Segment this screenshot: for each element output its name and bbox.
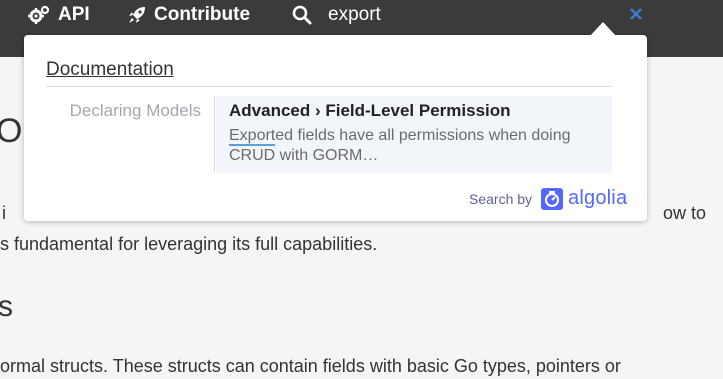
search-results-dropdown: Documentation Declaring Models Advanced …	[24, 22, 647, 221]
search-by-algolia[interactable]: Search by algolia	[469, 187, 627, 210]
nav-api-link[interactable]: API	[28, 2, 90, 28]
nav-contribute-label: Contribute	[154, 4, 251, 25]
gears-icon	[28, 5, 50, 24]
result-snippet-text-line2: CRUD with GORM…	[229, 147, 379, 164]
algolia-stopwatch-icon	[541, 187, 564, 210]
search-by-label: Search by	[469, 190, 533, 207]
result-snippet: Exported fields have all permissions whe…	[229, 126, 612, 166]
result-snippet-highlight: Export	[229, 127, 276, 146]
nav-contribute-link[interactable]: Contribute	[128, 2, 250, 28]
result-snippet-text: ed fields have all permissions when doin…	[275, 127, 571, 144]
dropdown-caret	[590, 22, 616, 36]
nav-api-label: API	[58, 4, 90, 25]
search-result-item[interactable]: Declaring Models Advanced › Field-Level …	[46, 96, 612, 173]
page-paragraph: ormal structs. These structs can contain…	[0, 356, 621, 376]
result-content[interactable]: Advanced › Field-Level Permission Export…	[216, 96, 612, 173]
page-paragraph-fragment: i	[2, 203, 6, 223]
result-title: Advanced › Field-Level Permission	[229, 101, 511, 120]
page-subheading: s	[0, 290, 13, 323]
page-heading: O	[0, 112, 23, 150]
result-subcategory: Declaring Models	[46, 96, 215, 173]
search-icon	[292, 2, 320, 28]
search-input[interactable]	[328, 2, 608, 28]
result-category-header: Documentation	[46, 59, 612, 87]
close-icon[interactable]	[629, 7, 643, 26]
algolia-wordmark: algolia	[568, 187, 628, 209]
page-paragraph: s fundamental for leveraging its full ca…	[0, 234, 378, 254]
rocket-icon	[129, 7, 145, 23]
page-paragraph-fragment: ow to	[663, 203, 707, 223]
algolia-logo: algolia	[541, 187, 627, 210]
